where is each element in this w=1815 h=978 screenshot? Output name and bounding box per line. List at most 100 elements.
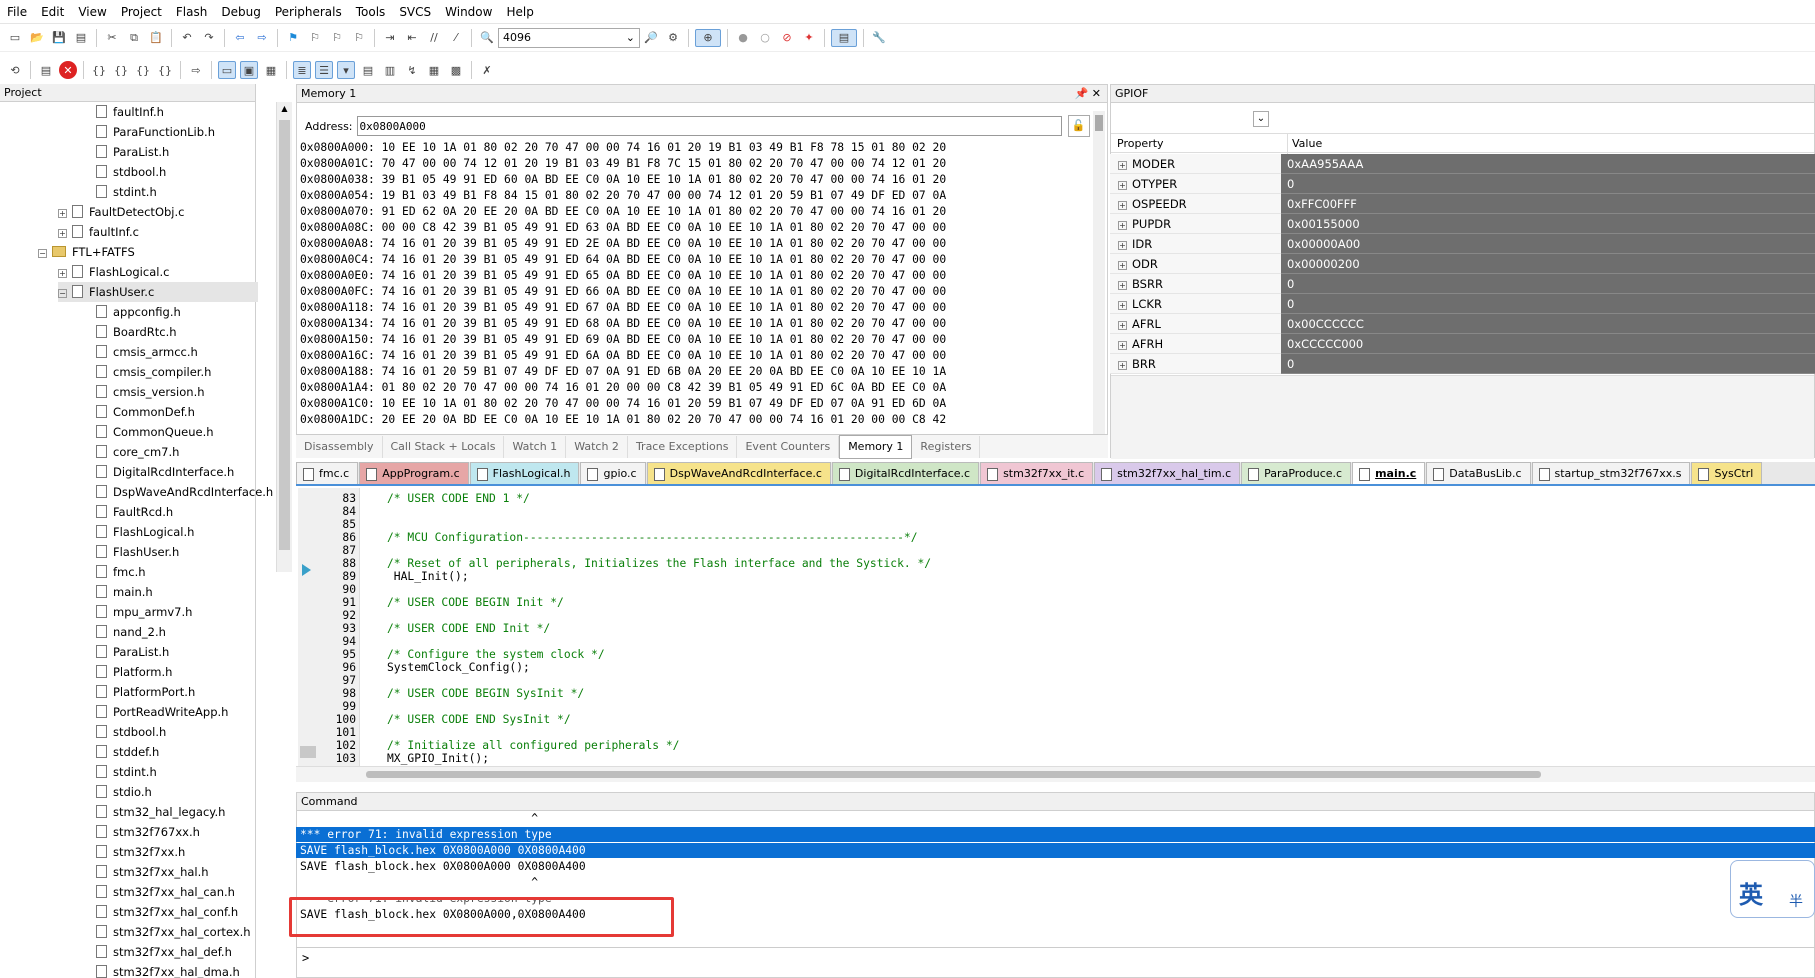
tree-item[interactable]: stm32f767xx.h xyxy=(96,822,200,842)
tree-item[interactable]: faultInf.h xyxy=(96,102,164,122)
code-line[interactable]: HAL_Init(); xyxy=(387,570,469,583)
menu-help[interactable]: Help xyxy=(499,0,540,24)
menu-tools[interactable]: Tools xyxy=(349,0,393,24)
tree-item[interactable]: − FTL+FATFS xyxy=(38,242,135,262)
register-value[interactable]: 0x00000200 xyxy=(1281,254,1815,274)
tree-item[interactable]: FlashLogical.h xyxy=(96,522,194,542)
expand-icon[interactable]: + xyxy=(1118,241,1127,250)
comment-icon[interactable]: // xyxy=(425,29,443,47)
file-tab[interactable]: DspWaveAndRcdInterface.c xyxy=(646,462,831,484)
bookmark-icon[interactable]: ⚑ xyxy=(284,29,302,47)
bookmark-prev-icon[interactable]: ⚐ xyxy=(306,29,324,47)
bookmark-clear-icon[interactable]: ⚐ xyxy=(350,29,368,47)
menu-project[interactable]: Project xyxy=(114,0,169,24)
tree-item[interactable]: FaultRcd.h xyxy=(96,502,173,522)
collapse-icon[interactable]: − xyxy=(58,289,67,298)
register-value[interactable]: 0 xyxy=(1281,294,1815,314)
tree-item[interactable]: CommonDef.h xyxy=(96,402,195,422)
find-icon[interactable]: 🔎 xyxy=(642,29,660,47)
register-row[interactable]: + BSRR 0 xyxy=(1110,274,1815,294)
code-line[interactable]: /* USER CODE END Init */ xyxy=(387,622,550,635)
project-tree-scrollbar[interactable]: ▲ xyxy=(276,102,292,572)
tree-item[interactable]: stdbool.h xyxy=(96,162,166,182)
tree-item[interactable]: stm32_hal_legacy.h xyxy=(96,802,225,822)
tree-item[interactable]: stm32f7xx_hal_can.h xyxy=(96,882,235,902)
register-value[interactable]: 0x00CCCCCC xyxy=(1281,314,1815,334)
code-line[interactable]: /* Initialize all configured peripherals… xyxy=(387,739,679,752)
tree-item[interactable]: + faultInf.c xyxy=(58,222,139,242)
file-tab[interactable]: stm32f7xx_it.c xyxy=(980,462,1094,484)
tree-item[interactable]: + FaultDetectObj.c xyxy=(58,202,184,222)
command-input[interactable]: > xyxy=(296,947,1815,969)
expand-icon[interactable]: + xyxy=(1118,261,1127,270)
menu-edit[interactable]: Edit xyxy=(34,0,71,24)
expand-icon[interactable]: + xyxy=(1118,181,1127,190)
tree-item[interactable]: fmc.h xyxy=(96,562,146,582)
register-value[interactable]: 0x00155000 xyxy=(1281,214,1815,234)
tree-item[interactable]: ParaFunctionLib.h xyxy=(96,122,215,142)
register-row[interactable]: + BRR 0 xyxy=(1110,354,1815,374)
register-row[interactable]: + PUPDR 0x00155000 xyxy=(1110,214,1815,234)
chevron-down-icon[interactable]: ⌄ xyxy=(1253,111,1269,127)
code-line[interactable]: /* USER CODE BEGIN SysInit */ xyxy=(387,687,584,700)
tree-item[interactable]: stdbool.h xyxy=(96,722,166,742)
file-tab[interactable]: gpio.c xyxy=(580,462,646,484)
watch-window-icon[interactable]: ▾ xyxy=(337,61,355,79)
show-next-statement-icon[interactable]: ⇨ xyxy=(187,61,205,79)
nav-forward-icon[interactable]: ⇨ xyxy=(253,29,271,47)
cut-icon[interactable]: ✂ xyxy=(103,29,121,47)
register-value[interactable]: 0 xyxy=(1281,354,1815,374)
expand-icon[interactable]: + xyxy=(1118,361,1127,370)
indent-icon[interactable]: ⇥ xyxy=(381,29,399,47)
editor-hscrollbar[interactable] xyxy=(296,766,1815,782)
symbols-window-icon[interactable]: ▦ xyxy=(262,61,280,79)
file-tab[interactable]: DigitalRcdInterface.c xyxy=(831,462,980,484)
address-input[interactable] xyxy=(356,116,1062,136)
bookmark-next-icon[interactable]: ⚐ xyxy=(328,29,346,47)
tab-memory-1[interactable]: Memory 1 xyxy=(839,434,913,459)
tree-item[interactable]: FlashUser.h xyxy=(96,542,179,562)
serial-window-icon[interactable]: ▥ xyxy=(381,61,399,79)
step-in-icon[interactable]: {} xyxy=(90,61,108,79)
expand-icon[interactable]: + xyxy=(58,269,67,278)
register-row[interactable]: + AFRH 0xCCCCC000 xyxy=(1110,334,1815,354)
file-tab[interactable]: stm32f7xx_hal_tim.c xyxy=(1094,462,1241,484)
tree-item[interactable]: ParaList.h xyxy=(96,642,169,662)
menu-flash[interactable]: Flash xyxy=(169,0,214,24)
code-line[interactable]: /* Reset of all peripherals, Initializes… xyxy=(387,557,931,570)
nav-back-icon[interactable]: ⇦ xyxy=(231,29,249,47)
menu-debug[interactable]: Debug xyxy=(214,0,267,24)
tree-item[interactable]: appconfig.h xyxy=(96,302,181,322)
breakpoint-kill-icon[interactable]: ✦ xyxy=(800,29,818,47)
system-viewer-icon[interactable]: ▩ xyxy=(447,61,465,79)
trace-window-icon[interactable]: ▦ xyxy=(425,61,443,79)
call-stack-window-icon[interactable]: ☰ xyxy=(315,61,333,79)
find-combo[interactable]: 4096 ⌄ xyxy=(498,27,640,48)
register-value[interactable]: 0xFFC00FFF xyxy=(1281,194,1815,214)
tab-registers[interactable]: Registers xyxy=(912,435,981,458)
debug-session-icon[interactable]: ⊕ xyxy=(695,28,721,47)
incremental-find-icon[interactable]: ⚙ xyxy=(664,29,682,47)
file-tab[interactable]: FlashLogical.h xyxy=(469,462,580,484)
command-window-icon[interactable]: ▭ xyxy=(218,61,236,79)
tree-item[interactable]: Platform.h xyxy=(96,662,172,682)
file-tab[interactable]: main.c xyxy=(1352,462,1426,484)
redo-icon[interactable]: ↷ xyxy=(200,29,218,47)
tab-watch-2[interactable]: Watch 2 xyxy=(566,435,628,458)
tab-watch-1[interactable]: Watch 1 xyxy=(504,435,567,458)
file-tab[interactable]: ParaProduce.c xyxy=(1241,462,1352,484)
tree-item[interactable]: CommonQueue.h xyxy=(96,422,214,442)
expand-icon[interactable]: + xyxy=(1118,201,1127,210)
tree-item[interactable]: stm32f7xx_hal.h xyxy=(96,862,209,882)
tree-item[interactable]: core_cm7.h xyxy=(96,442,179,462)
register-row[interactable]: + OSPEEDR 0xFFC00FFF xyxy=(1110,194,1815,214)
tree-item[interactable]: stm32f7xx.h xyxy=(96,842,185,862)
tab-trace-exceptions[interactable]: Trace Exceptions xyxy=(628,435,738,458)
tree-item[interactable]: stdint.h xyxy=(96,182,157,202)
new-file-icon[interactable]: ▭ xyxy=(6,29,24,47)
copy-icon[interactable]: ⧉ xyxy=(125,29,143,47)
scroll-up-icon[interactable]: ▲ xyxy=(279,104,290,114)
tree-item[interactable]: − FlashUser.c xyxy=(58,282,258,302)
menu-view[interactable]: View xyxy=(71,0,113,24)
step-out-icon[interactable]: {} xyxy=(134,61,152,79)
